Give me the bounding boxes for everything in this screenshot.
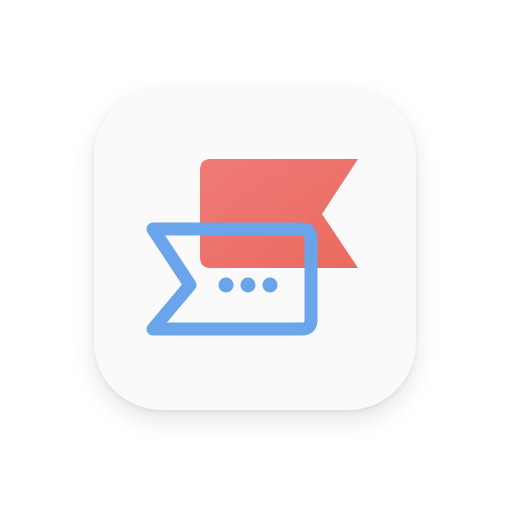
app-icon-canvas: [0, 0, 512, 512]
flag-message-logo-icon: [146, 159, 358, 336]
dot-middle: [240, 277, 256, 293]
red-flag-shape: [200, 159, 358, 268]
dot-right: [262, 277, 278, 293]
dot-left: [218, 277, 234, 293]
